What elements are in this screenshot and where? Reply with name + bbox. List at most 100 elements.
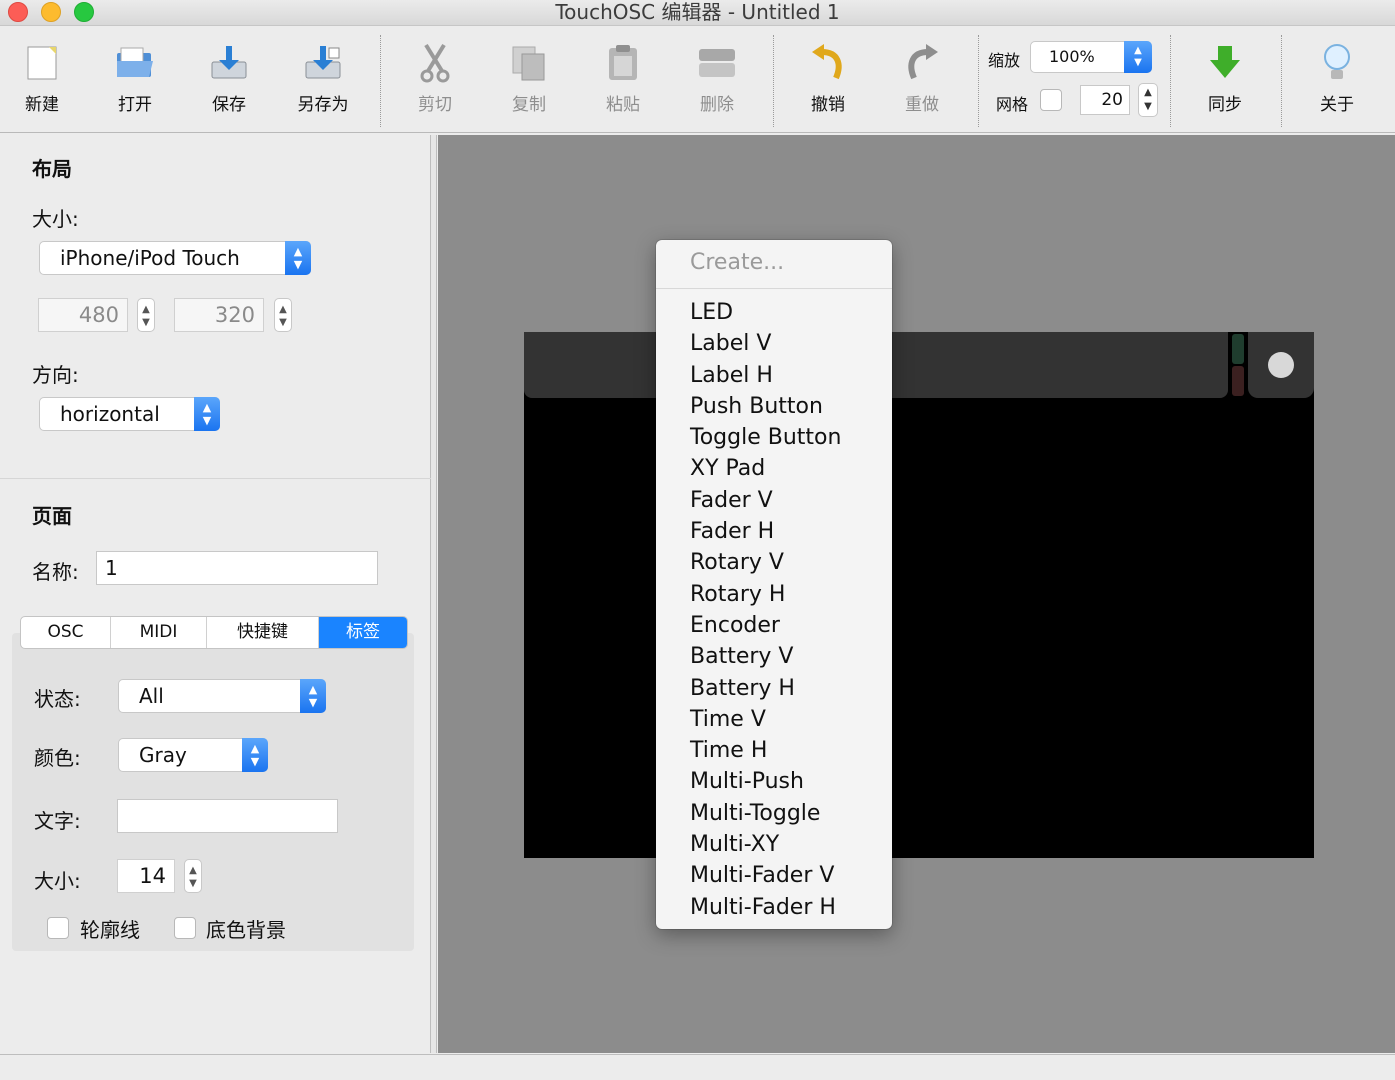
create-context-menu: Create... LED Label V Label H Push Butto… xyxy=(656,240,892,929)
font-size-label: 大小: xyxy=(34,869,81,893)
chevron-updown-icon: ▲ ▼ xyxy=(300,679,326,713)
page-indicator-active xyxy=(1232,334,1244,364)
chevron-updown-icon: ▲ ▼ xyxy=(242,738,268,772)
outline-checkbox[interactable] xyxy=(47,917,69,939)
cut-button[interactable]: 剪切 xyxy=(390,27,480,127)
height-field[interactable]: 320 xyxy=(174,298,264,332)
menu-item-toggle-button[interactable]: Toggle Button xyxy=(656,422,892,453)
text-label: 文字: xyxy=(34,809,81,833)
menu-item-multi-xy[interactable]: Multi-XY xyxy=(656,829,892,860)
size-label: 大小: xyxy=(32,207,79,231)
outline-label: 轮廓线 xyxy=(80,918,140,942)
toolbar-separator xyxy=(1281,35,1282,127)
new-button[interactable]: 新建 xyxy=(0,27,87,127)
menu-item-time-h[interactable]: Time H xyxy=(656,735,892,766)
width-field[interactable]: 480 xyxy=(38,298,128,332)
font-size-field[interactable]: 14 xyxy=(117,859,175,893)
new-document-icon xyxy=(22,41,62,85)
dot-icon xyxy=(1268,352,1294,378)
zoom-select[interactable]: 100% ▲ ▼ xyxy=(1030,41,1152,73)
tab-shortcuts[interactable]: 快捷键 xyxy=(207,617,319,648)
tab-midi[interactable]: MIDI xyxy=(111,617,207,648)
tab-osc[interactable]: OSC xyxy=(21,617,111,648)
save-button[interactable]: 保存 xyxy=(184,27,274,127)
device-size-select[interactable]: iPhone/iPod Touch ▲ ▼ xyxy=(39,241,311,275)
layout-section-title: 布局 xyxy=(32,157,72,181)
toolbar-separator xyxy=(1170,35,1171,127)
menu-item-rotary-h[interactable]: Rotary H xyxy=(656,579,892,610)
toolbar-separator xyxy=(978,35,979,127)
menu-item-encoder[interactable]: Encoder xyxy=(656,610,892,641)
grid-size-field[interactable]: 20 xyxy=(1080,85,1130,115)
menu-item-xy-pad[interactable]: XY Pad xyxy=(656,453,892,484)
grid-checkbox[interactable] xyxy=(1040,89,1062,111)
toolbar: 新建 打开 保存 另存为 剪切 复制 粘贴 删除 撤销 重做 缩放 100% ▲… xyxy=(0,27,1395,133)
delete-button[interactable]: 删除 xyxy=(672,27,762,127)
copy-button[interactable]: 复制 xyxy=(484,27,574,127)
menu-item-time-v[interactable]: Time V xyxy=(656,704,892,735)
font-size-stepper[interactable]: ▲ ▼ xyxy=(184,859,202,893)
menu-header: Create... xyxy=(690,250,785,275)
about-button[interactable]: 关于 xyxy=(1292,27,1382,127)
editor-canvas[interactable] xyxy=(438,135,1395,1053)
title-bar: TouchOSC 编辑器 - Untitled 1 xyxy=(0,0,1395,26)
state-select[interactable]: All ▲ ▼ xyxy=(118,679,326,713)
open-button[interactable]: 打开 xyxy=(90,27,180,127)
tab-label[interactable]: 标签 xyxy=(319,617,407,648)
clipboard-icon xyxy=(603,41,643,85)
chevron-updown-icon: ▲ ▼ xyxy=(1124,41,1152,73)
menu-item-push-button[interactable]: Push Button xyxy=(656,391,892,422)
scissors-icon xyxy=(415,41,455,85)
undo-arrow-icon xyxy=(808,41,848,85)
properties-panel: 布局 大小: iPhone/iPod Touch ▲ ▼ 480 ▲ ▼ 320 ▲… xyxy=(0,135,431,1053)
menu-item-multi-fader-v[interactable]: Multi-Fader V xyxy=(656,860,892,891)
lightbulb-icon xyxy=(1317,41,1357,85)
redo-button[interactable]: 重做 xyxy=(877,27,967,127)
page-name-input[interactable]: 1 xyxy=(96,551,378,585)
label-text-input[interactable] xyxy=(117,799,338,833)
menu-item-fader-v[interactable]: Fader V xyxy=(656,485,892,516)
menu-item-multi-fader-h[interactable]: Multi-Fader H xyxy=(656,892,892,923)
color-select[interactable]: Gray ▲ ▼ xyxy=(118,738,268,772)
sync-button[interactable]: 同步 xyxy=(1180,27,1270,127)
toolbar-separator xyxy=(380,35,381,127)
menu-item-label-v[interactable]: Label V xyxy=(656,328,892,359)
undo-button[interactable]: 撤销 xyxy=(783,27,873,127)
name-label: 名称: xyxy=(32,560,79,584)
split-view-divider[interactable] xyxy=(431,135,437,1053)
menu-item-multi-toggle[interactable]: Multi-Toggle xyxy=(656,798,892,829)
save-as-button[interactable]: 另存为 xyxy=(278,27,368,127)
menu-item-battery-h[interactable]: Battery H xyxy=(656,673,892,704)
width-stepper[interactable]: ▲ ▼ xyxy=(137,298,155,332)
background-checkbox[interactable] xyxy=(174,917,196,939)
menu-item-battery-v[interactable]: Battery V xyxy=(656,641,892,672)
menu-item-label-h[interactable]: Label H xyxy=(656,360,892,391)
grid-label: 网格 xyxy=(996,95,1029,114)
grid-size-stepper[interactable]: ▲ ▼ xyxy=(1138,83,1158,117)
toolbar-separator xyxy=(773,35,774,127)
menu-item-rotary-v[interactable]: Rotary V xyxy=(656,547,892,578)
orientation-select[interactable]: horizontal ▲ ▼ xyxy=(39,397,220,431)
status-bar xyxy=(0,1054,1395,1080)
menu-divider xyxy=(656,288,892,289)
orientation-label: 方向: xyxy=(32,363,79,387)
page-indicator xyxy=(1232,366,1244,396)
menu-item-multi-push[interactable]: Multi-Push xyxy=(656,766,892,797)
paste-button[interactable]: 粘贴 xyxy=(578,27,668,127)
color-label: 颜色: xyxy=(34,746,81,770)
menu-item-led[interactable]: LED xyxy=(656,297,892,328)
height-stepper[interactable]: ▲ ▼ xyxy=(274,298,292,332)
orientation-value: horizontal xyxy=(60,402,160,426)
save-as-icon xyxy=(303,41,343,85)
chevron-updown-icon: ▲ ▼ xyxy=(194,397,220,431)
sync-down-arrow-icon xyxy=(1205,41,1245,85)
redo-arrow-icon xyxy=(902,41,942,85)
device-layout-preview[interactable] xyxy=(524,332,1314,858)
device-menu-button[interactable] xyxy=(1248,332,1314,398)
state-label: 状态: xyxy=(34,687,81,711)
zoom-value: 100% xyxy=(1049,47,1095,66)
menu-item-fader-h[interactable]: Fader H xyxy=(656,516,892,547)
page-tabs: OSC MIDI 快捷键 标签 xyxy=(20,616,408,649)
window-title: TouchOSC 编辑器 - Untitled 1 xyxy=(555,0,840,24)
background-label: 底色背景 xyxy=(206,918,286,942)
